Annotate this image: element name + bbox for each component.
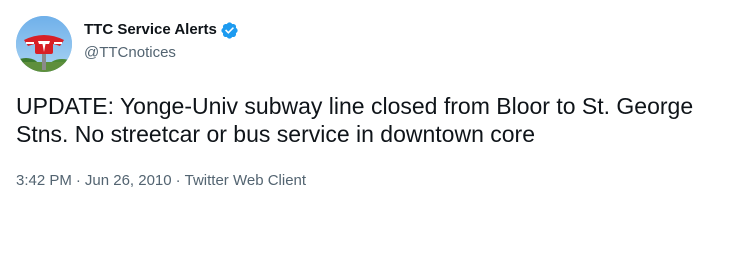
account-handle[interactable]: @TTCnotices [84, 43, 239, 63]
tweet-time[interactable]: 3:42 PM [16, 171, 72, 191]
tweet-header: TTC Service Alerts @TTCnotices [16, 12, 719, 76]
tweet-meta: 3:42 PM · Jun 26, 2010 · Twitter Web Cli… [16, 171, 719, 191]
account-names: TTC Service Alerts @TTCnotices [84, 19, 239, 63]
display-name-row: TTC Service Alerts [84, 19, 239, 41]
tweet-text: UPDATE: Yonge-Univ subway line closed fr… [16, 93, 694, 147]
tweet-card: TTC Service Alerts @TTCnotices UPDATE: Y… [0, 0, 735, 253]
avatar[interactable] [16, 16, 72, 72]
meta-separator: · [75, 172, 81, 189]
verified-badge-icon [220, 21, 239, 40]
display-name[interactable]: TTC Service Alerts [84, 20, 217, 40]
meta-separator: · [175, 172, 181, 189]
tweet-date[interactable]: Jun 26, 2010 [85, 171, 172, 191]
ttc-logo-icon [16, 16, 72, 72]
tweet-client[interactable]: Twitter Web Client [185, 171, 306, 191]
